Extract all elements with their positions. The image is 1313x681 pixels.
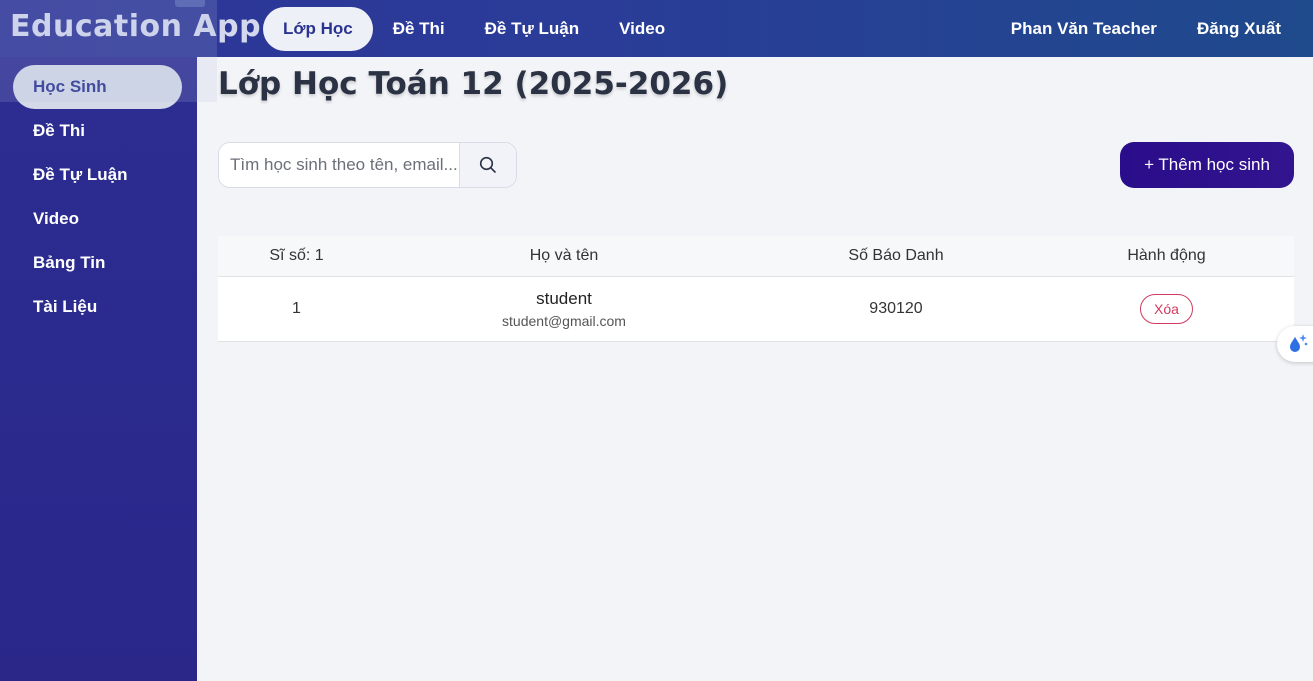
student-name: student [536, 289, 592, 308]
top-nav-item-video[interactable]: Video [599, 7, 685, 51]
user-menu: Phan Văn Teacher Đăng Xuất [991, 7, 1301, 51]
add-student-button[interactable]: + Thêm học sinh [1120, 142, 1294, 188]
top-nav: Lớp Học Đề Thi Đề Tự Luận Video [263, 7, 685, 51]
row-index: 1 [292, 300, 301, 317]
sidebar: Học Sinh Đề Thi Đề Tự Luận Video Bảng Ti… [0, 57, 197, 681]
sidebar-item-bang-tin[interactable]: Bảng Tin [13, 241, 182, 285]
top-nav-item-de-tu-luan[interactable]: Đề Tự Luận [465, 7, 599, 51]
table-row: 1 student student@gmail.com 930120 Xóa [218, 277, 1294, 342]
sidebar-item-tai-lieu[interactable]: Tài Liệu [13, 285, 182, 329]
search-button[interactable] [459, 143, 516, 187]
brand-title[interactable]: Education App [10, 9, 261, 44]
search-icon [479, 156, 496, 173]
actions-cell: Xóa [1039, 294, 1294, 324]
user-name-link[interactable]: Phan Văn Teacher [991, 7, 1177, 51]
student-email: student@gmail.com [502, 313, 626, 329]
delete-button[interactable]: Xóa [1140, 294, 1193, 324]
search-box [218, 142, 517, 188]
sidebar-item-hoc-sinh[interactable]: Học Sinh [13, 65, 182, 109]
header-class-size: Sĩ số: 1 [269, 247, 324, 264]
sidebar-item-de-thi[interactable]: Đề Thi [13, 109, 182, 153]
page-title: Lớp Học Toán 12 (2025-2026) [218, 66, 729, 102]
header-actions: Hành động [1127, 247, 1206, 264]
assistant-floating-button[interactable] [1277, 326, 1313, 362]
top-navbar: Education App Lớp Học Đề Thi Đề Tự Luận … [0, 0, 1313, 57]
overlay-tab [175, 0, 205, 7]
top-nav-item-de-thi[interactable]: Đề Thi [373, 7, 465, 51]
sidebar-item-de-tu-luan[interactable]: Đề Tự Luận [13, 153, 182, 197]
header-full-name: Họ và tên [529, 247, 599, 264]
sidebar-item-video[interactable]: Video [13, 197, 182, 241]
header-candidate-number: Số Báo Danh [848, 247, 944, 264]
students-table: Sĩ số: 1 Họ và tên Số Báo Danh Hành động… [218, 236, 1294, 342]
search-input[interactable] [219, 143, 460, 187]
student-cell: student student@gmail.com [375, 289, 753, 329]
table-header: Sĩ số: 1 Họ và tên Số Báo Danh Hành động [218, 236, 1294, 277]
sparkle-drop-icon [1290, 334, 1308, 352]
logout-link[interactable]: Đăng Xuất [1177, 7, 1301, 51]
top-nav-item-lop-hoc[interactable]: Lớp Học [263, 7, 373, 51]
candidate-number: 930120 [869, 300, 923, 317]
